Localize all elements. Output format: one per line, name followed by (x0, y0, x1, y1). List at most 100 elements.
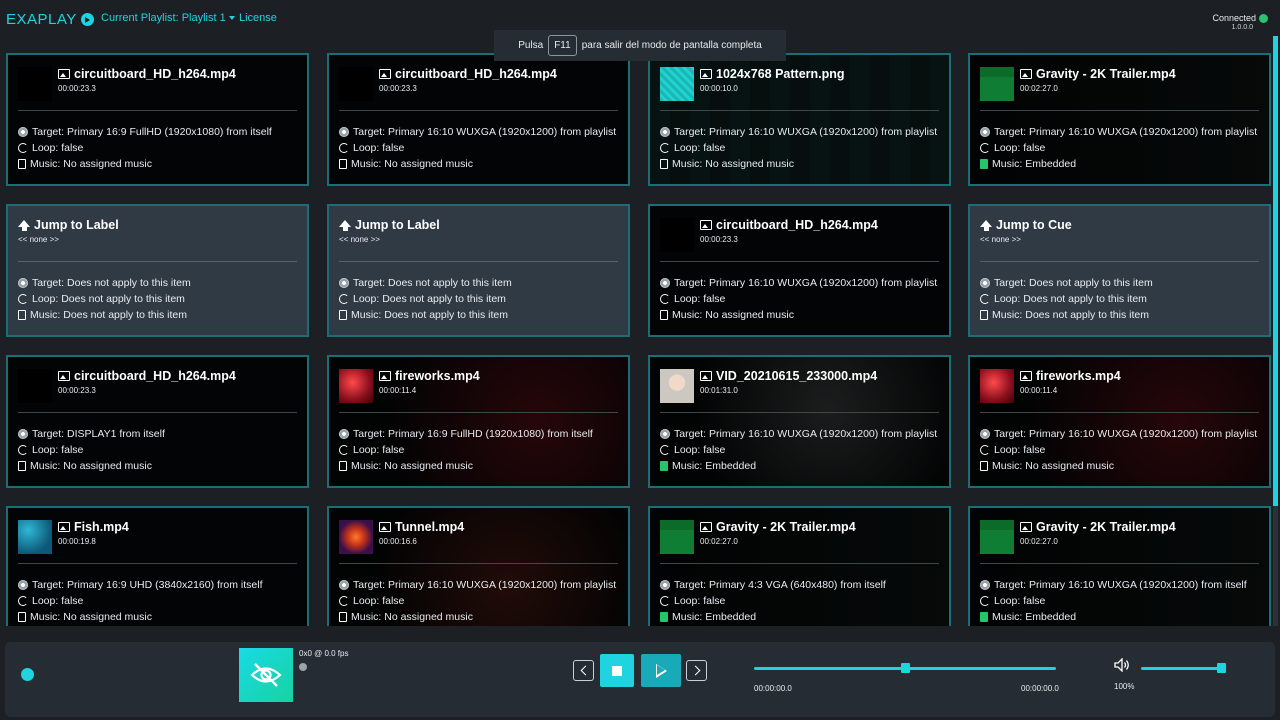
card-info: Target: Primary 16:10 WUXGA (1920x1200) … (339, 124, 620, 172)
card-header: circuitboard_HD_h264.mp4 00:00:23.3 (660, 218, 939, 253)
target-icon (980, 429, 990, 439)
target-icon (660, 429, 670, 439)
playlist-card[interactable]: circuitboard_HD_h264.mp4 00:00:23.3 Targ… (6, 53, 309, 186)
card-music: Music: No assigned music (351, 460, 473, 472)
music-file-icon (980, 159, 988, 169)
app-logo: EXAPLAY (6, 11, 94, 28)
card-title-text: Fish.mp4 (74, 520, 129, 534)
play-button[interactable] (641, 654, 681, 687)
image-icon (1020, 371, 1032, 381)
card-divider (339, 110, 618, 111)
card-duration: 00:00:23.3 (58, 386, 96, 395)
previous-button[interactable] (573, 660, 594, 681)
card-divider (980, 261, 1259, 262)
card-title: Fish.mp4 (58, 520, 297, 534)
card-loop: Loop: false (353, 444, 405, 456)
card-loop: Loop: false (353, 142, 405, 154)
connection-status: Connected 1.0.0.0 (1212, 13, 1268, 31)
next-button[interactable] (686, 660, 707, 681)
stop-icon (612, 665, 622, 676)
playlist-card[interactable]: Jump to Label << none >> Target: Does no… (6, 204, 309, 337)
card-duration: 00:00:10.0 (700, 84, 738, 93)
card-divider (660, 563, 939, 564)
card-info: Target: Primary 16:10 WUXGA (1920x1200) … (660, 124, 941, 172)
card-title: fireworks.mp4 (379, 369, 618, 383)
playlist-card[interactable]: Gravity - 2K Trailer.mp4 00:02:27.0 Targ… (968, 53, 1271, 186)
playlist-grid: circuitboard_HD_h264.mp4 00:00:23.3 Targ… (6, 53, 1271, 626)
playlist-card[interactable]: Tunnel.mp4 00:00:16.6 Target: Primary 16… (327, 506, 630, 626)
loop-icon (660, 445, 670, 455)
card-title-text: 1024x768 Pattern.png (716, 67, 845, 81)
preview-toggle-button[interactable] (239, 648, 293, 702)
playlist-card[interactable]: 1024x768 Pattern.png 00:00:10.0 Target: … (648, 53, 951, 186)
image-icon (379, 371, 391, 381)
fullscreen-hint-after: para salir del modo de pantalla completa (581, 40, 762, 51)
card-info: Target: Primary 16:10 WUXGA (1920x1200) … (980, 426, 1261, 474)
card-target: Target: Primary 16:10 WUXGA (1920x1200) … (674, 126, 938, 138)
image-icon (379, 522, 391, 532)
card-title-text: Tunnel.mp4 (395, 520, 465, 534)
playlist-card[interactable]: fireworks.mp4 00:00:11.4 Target: Primary… (327, 355, 630, 488)
card-loop: Loop: false (674, 595, 726, 607)
fullscreen-hint-key: F11 (548, 35, 577, 56)
card-header: Gravity - 2K Trailer.mp4 00:02:27.0 (980, 67, 1259, 102)
card-music: Music: No assigned music (672, 309, 794, 321)
card-duration: 00:00:11.4 (1020, 386, 1058, 395)
card-title-text: circuitboard_HD_h264.mp4 (716, 218, 878, 232)
loop-icon (18, 294, 28, 304)
scrollbar-thumb[interactable] (1273, 36, 1278, 506)
fullscreen-hint-before: Pulsa (518, 40, 544, 51)
playlist-card[interactable]: VID_20210615_233000.mp4 00:01:31.0 Targe… (648, 355, 951, 488)
stop-button[interactable] (600, 654, 634, 687)
card-music: Music: No assigned music (672, 158, 794, 170)
volume-slider[interactable] (1141, 663, 1226, 673)
playlist-dropdown[interactable]: Current Playlist: Playlist 1 (101, 12, 235, 24)
card-duration: 00:00:19.8 (58, 537, 96, 546)
loop-icon (339, 596, 349, 606)
card-title-text: Gravity - 2K Trailer.mp4 (1036, 520, 1176, 534)
image-icon (700, 371, 712, 381)
image-icon (700, 522, 712, 532)
card-title: 1024x768 Pattern.png (700, 67, 939, 81)
playlist-card[interactable]: Gravity - 2K Trailer.mp4 00:02:27.0 Targ… (648, 506, 951, 626)
card-duration: 00:02:27.0 (1020, 84, 1058, 93)
card-info: Target: Primary 16:10 WUXGA (1920x1200) … (660, 275, 941, 323)
person-thumb (660, 369, 694, 403)
image-icon (58, 69, 70, 79)
playlist-card[interactable]: Jump to Label << none >> Target: Does no… (327, 204, 630, 337)
card-divider (18, 261, 297, 262)
app-version: 1.0.0.0 (1231, 24, 1253, 31)
playlist-card[interactable]: circuitboard_HD_h264.mp4 00:00:23.3 Targ… (648, 204, 951, 337)
image-icon (379, 69, 391, 79)
card-music: Music: Embedded (672, 460, 757, 472)
card-title-text: Jump to Cue (996, 218, 1072, 232)
scrollbar[interactable] (1273, 36, 1278, 626)
playlist-card[interactable]: circuitboard_HD_h264.mp4 00:00:23.3 Targ… (6, 355, 309, 488)
card-target: Target: Primary 16:10 WUXGA (1920x1200) … (353, 579, 617, 591)
license-link[interactable]: License (239, 12, 277, 24)
target-icon (980, 127, 990, 137)
playlist-card[interactable]: fireworks.mp4 00:00:11.4 Target: Primary… (968, 355, 1271, 488)
playlist-card[interactable]: Fish.mp4 00:00:19.8 Target: Primary 16:9… (6, 506, 309, 626)
playlist-card[interactable]: circuitboard_HD_h264.mp4 00:00:23.3 Targ… (327, 53, 630, 186)
playlist-card[interactable]: Gravity - 2K Trailer.mp4 00:02:27.0 Targ… (968, 506, 1271, 626)
fireworks-thumb (980, 369, 1014, 403)
playlist-card[interactable]: Jump to Cue << none >> Target: Does not … (968, 204, 1271, 337)
volume-icon[interactable] (1114, 658, 1132, 672)
music-file-icon (660, 612, 668, 622)
card-target: Target: Does not apply to this item (994, 277, 1153, 289)
card-duration: 00:00:16.6 (379, 537, 417, 546)
seek-slider[interactable] (754, 663, 1056, 673)
card-info: Target: Primary 16:10 WUXGA (1920x1200) … (980, 577, 1261, 625)
music-file-icon (339, 612, 347, 622)
volume-slider-handle[interactable] (1217, 663, 1226, 673)
card-music: Music: Does not apply to this item (351, 309, 508, 321)
card-header: Tunnel.mp4 00:00:16.6 (339, 520, 618, 555)
card-music: Music: No assigned music (30, 611, 152, 623)
card-target: Target: Primary 16:10 WUXGA (1920x1200) … (674, 277, 938, 289)
card-divider (18, 412, 297, 413)
seek-slider-handle[interactable] (900, 663, 910, 673)
card-loop: Loop: Does not apply to this item (353, 293, 506, 305)
target-icon (980, 278, 990, 288)
card-target: Target: Primary 16:9 FullHD (1920x1080) … (32, 126, 272, 138)
